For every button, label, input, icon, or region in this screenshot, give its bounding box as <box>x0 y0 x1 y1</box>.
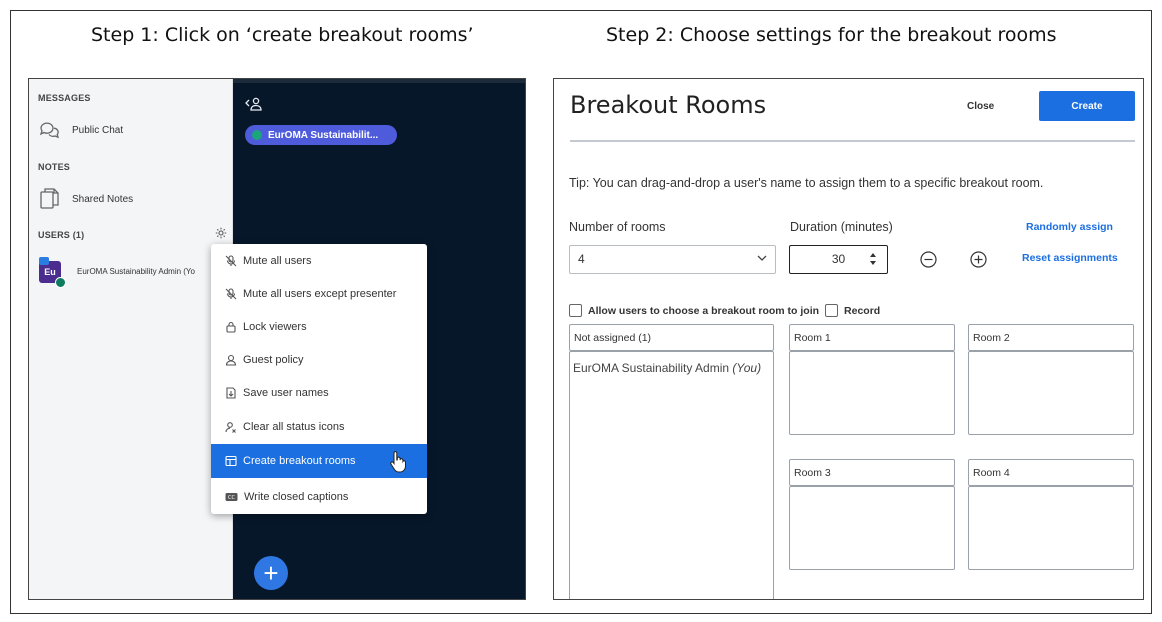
duration-value: 30 <box>831 252 846 266</box>
public-chat-label: Public Chat <box>72 124 124 136</box>
gear-icon[interactable] <box>215 227 227 239</box>
user-options-menu: Mute all users Mute all users except pre… <box>211 244 427 514</box>
step2-caption: Step 2: Choose settings for the breakout… <box>606 24 1057 46</box>
svg-text:CC: CC <box>228 495 235 501</box>
shared-notes-item[interactable]: Shared Notes <box>38 187 133 211</box>
messages-header: MESSAGES <box>38 93 91 103</box>
dialog-title: Breakout Rooms <box>570 91 767 119</box>
bbb-user-panel-screenshot: MESSAGES Public Chat NOTES Shared Notes … <box>28 78 526 600</box>
top-bar <box>233 79 525 83</box>
close-button[interactable]: Close <box>967 101 994 112</box>
not-assigned-list[interactable] <box>569 351 774 599</box>
chat-pill[interactable]: EurOMA Sustainabilit... <box>245 125 397 145</box>
decrease-duration-icon[interactable] <box>920 251 937 268</box>
mic-status-icon <box>252 130 262 140</box>
menu-item-label: Mute all users except presenter <box>243 288 397 300</box>
randomly-assign-link[interactable]: Randomly assign <box>1026 221 1113 233</box>
plus-icon: + <box>263 558 279 588</box>
menu-item-lock-viewers[interactable]: Lock viewers <box>211 310 427 344</box>
cc-icon: CC <box>225 493 238 501</box>
menu-item-label: Create breakout rooms <box>243 455 356 467</box>
duration-input[interactable]: 30 <box>789 245 888 274</box>
rooms-select[interactable]: 4 <box>569 245 776 274</box>
rooms-icon <box>225 455 237 467</box>
notes-header: NOTES <box>38 162 71 172</box>
mute-icon <box>225 288 237 300</box>
menu-item-clear-status[interactable]: Clear all status icons <box>211 410 427 444</box>
mute-icon <box>225 255 237 267</box>
unassigned-user[interactable]: EurOMA Sustainability Admin (You) <box>573 361 761 375</box>
sidebar: MESSAGES Public Chat NOTES Shared Notes … <box>29 79 233 599</box>
record-label: Record <box>844 304 881 317</box>
spinner-icon[interactable] <box>869 252 877 266</box>
collapse-user-list-icon[interactable] <box>245 97 263 111</box>
options-row: Allow users to choose a breakout room to… <box>569 304 880 317</box>
room1-drop-zone[interactable] <box>789 351 955 435</box>
room2-drop-zone[interactable] <box>968 351 1134 435</box>
chat-pill-label: EurOMA Sustainabilit... <box>268 129 379 141</box>
user-name: EurOMA Sustainability Admin (Yo <box>77 267 195 276</box>
menu-item-closed-captions[interactable]: CC Write closed captions <box>211 480 427 514</box>
mic-icon <box>55 277 66 288</box>
room4-drop-zone[interactable] <box>968 486 1134 570</box>
create-button[interactable]: Create <box>1039 91 1135 121</box>
menu-item-label: Lock viewers <box>243 321 307 333</box>
duration-label: Duration (minutes) <box>790 220 893 234</box>
step1-caption: Step 1: Click on ‘create breakout rooms’ <box>91 24 474 46</box>
room1-name-field[interactable]: Room 1 <box>789 324 955 351</box>
tip-text: Tip: You can drag-and-drop a user's name… <box>569 176 1044 190</box>
room2-name-field[interactable]: Room 2 <box>968 324 1134 351</box>
user-icon <box>225 354 237 366</box>
notes-icon <box>40 188 59 209</box>
breakout-rooms-dialog: Breakout Rooms Close Create Tip: You can… <box>553 78 1144 600</box>
download-icon <box>226 387 236 399</box>
user-list-item[interactable]: Eu EurOMA Sustainability Admin (Yo <box>39 257 229 288</box>
menu-item-guest-policy[interactable]: Guest policy <box>211 343 427 377</box>
room3-name-field[interactable]: Room 3 <box>789 459 955 486</box>
menu-item-mute-except-presenter[interactable]: Mute all users except presenter <box>211 277 427 311</box>
allow-choose-checkbox[interactable] <box>569 304 582 317</box>
menu-item-save-user-names[interactable]: Save user names <box>211 376 427 410</box>
allow-choose-label: Allow users to choose a breakout room to… <box>588 304 820 317</box>
rooms-select-value: 4 <box>578 252 585 266</box>
public-chat-item[interactable]: Public Chat <box>38 119 123 141</box>
chat-icon <box>39 122 60 139</box>
menu-item-label: Clear all status icons <box>243 421 345 433</box>
menu-item-label: Write closed captions <box>244 491 349 503</box>
menu-item-mute-all[interactable]: Mute all users <box>211 244 427 278</box>
menu-item-label: Guest policy <box>243 354 304 366</box>
room3-drop-zone[interactable] <box>789 486 955 570</box>
record-checkbox[interactable] <box>825 304 839 317</box>
presenter-icon <box>39 257 49 265</box>
users-header: USERS (1) <box>38 230 85 240</box>
hand-cursor-icon <box>390 451 406 473</box>
menu-item-create-breakout-rooms[interactable]: Create breakout rooms <box>211 444 427 478</box>
rooms-label: Number of rooms <box>569 220 666 234</box>
add-button[interactable]: + <box>254 556 288 590</box>
increase-duration-icon[interactable] <box>970 251 987 268</box>
unassigned-user-name: EurOMA Sustainability Admin <box>573 361 730 375</box>
menu-item-label: Save user names <box>243 387 329 399</box>
chevron-down-icon <box>757 255 767 261</box>
room4-name-field[interactable]: Room 4 <box>968 459 1134 486</box>
you-label: (You) <box>732 361 762 375</box>
clear-status-icon <box>225 422 236 433</box>
menu-item-label: Mute all users <box>243 255 312 267</box>
reset-assignments-link[interactable]: Reset assignments <box>1022 252 1118 264</box>
lock-icon <box>226 321 236 333</box>
divider <box>570 140 1135 142</box>
shared-notes-label: Shared Notes <box>72 193 134 205</box>
not-assigned-header: Not assigned (1) <box>569 324 774 351</box>
